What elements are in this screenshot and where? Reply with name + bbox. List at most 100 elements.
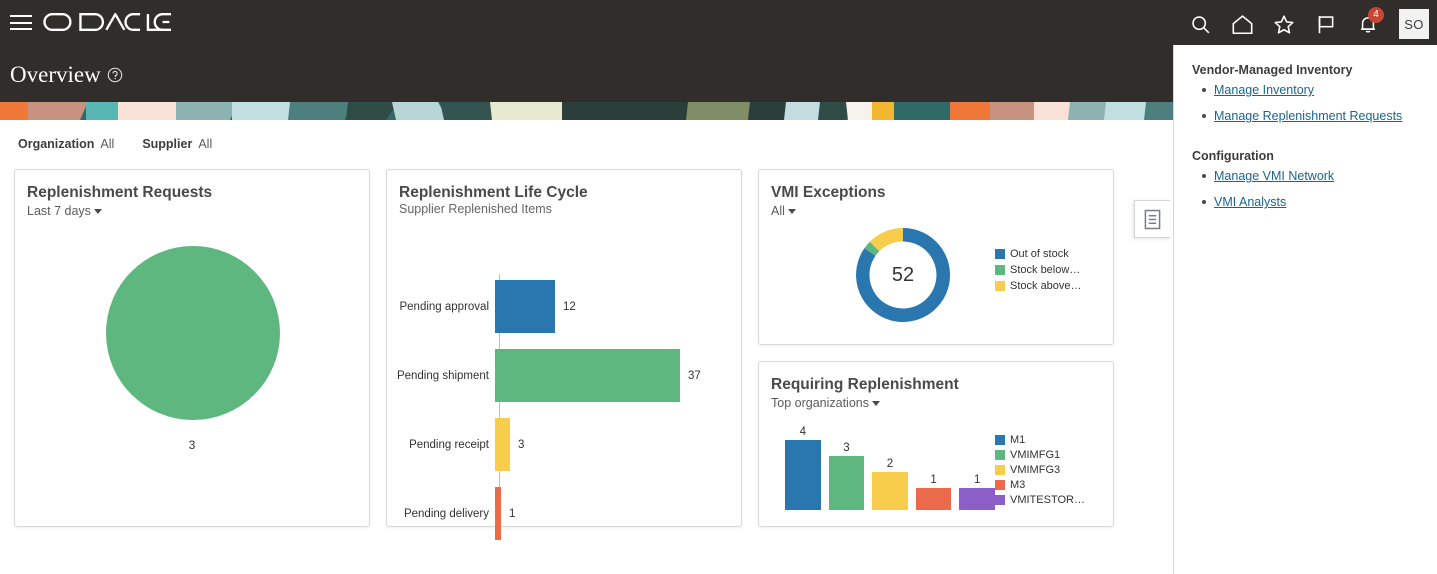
favorites-star-icon[interactable] — [1269, 9, 1299, 39]
list-item[interactable]: VMI Analysts — [1202, 193, 1425, 211]
page-title-row: Overview — [10, 62, 123, 88]
legend-label: VMIMFG3 — [1010, 464, 1061, 476]
bar-vmitestorg[interactable] — [959, 488, 995, 510]
legend-label: Stock above… — [1010, 280, 1082, 292]
panel-group-title-vmi: Vendor-Managed Inventory — [1192, 63, 1353, 77]
home-icon[interactable] — [1227, 9, 1257, 39]
bar-value-label: 1 — [973, 474, 981, 486]
bar-column[interactable]: 2 — [872, 430, 908, 510]
help-circle-icon[interactable] — [107, 67, 123, 83]
donut-legend: Out of stock Stock below… Stock above… — [995, 248, 1082, 296]
legend-label: Stock below… — [1010, 264, 1081, 276]
card-vmi-exceptions: VMI Exceptions All 52 Out of stock Stock… — [758, 169, 1114, 345]
card-title: VMI Exceptions — [771, 184, 886, 201]
bar-pending-shipment[interactable] — [495, 349, 680, 402]
supplier-filter-value[interactable]: All — [198, 137, 212, 151]
bar-value-label: 3 — [518, 438, 525, 451]
requiring-replenishment-bar-chart[interactable]: 4 3 2 1 1 — [785, 426, 995, 510]
panel-link-list-configuration: Manage VMI Network VMI Analysts — [1192, 167, 1425, 211]
bar-value-label: 1 — [509, 507, 516, 520]
bar-row[interactable]: Pending receipt 3 — [387, 418, 741, 471]
legend-item[interactable]: Stock below… — [995, 264, 1082, 276]
link-vmi-analysts[interactable]: VMI Analysts — [1214, 195, 1286, 209]
link-manage-vmi-network[interactable]: Manage VMI Network — [1214, 169, 1334, 183]
chevron-down-icon — [871, 400, 880, 406]
legend-swatch-vmitestorg — [995, 495, 1005, 505]
organization-filter-value[interactable]: All — [100, 137, 114, 151]
bar-pending-receipt[interactable] — [495, 418, 510, 471]
legend-item[interactable]: VMIMFG1 — [995, 449, 1085, 461]
application-root: 4 SO Overview Organization All Supplier … — [0, 0, 1437, 574]
replenishment-requests-pie-chart[interactable] — [15, 218, 369, 468]
notification-count-badge: 4 — [1368, 7, 1384, 23]
bar-column[interactable]: 1 — [959, 430, 995, 510]
card-header: VMI Exceptions All — [759, 170, 1113, 220]
vmi-exceptions-donut-chart[interactable]: 52 — [777, 220, 987, 330]
legend-item[interactable]: M1 — [995, 434, 1085, 446]
panel-group-title-configuration: Configuration — [1192, 149, 1274, 163]
bar-vmimfg3[interactable] — [872, 472, 908, 510]
legend-item[interactable]: Out of stock — [995, 248, 1082, 260]
page-title: Overview — [10, 62, 101, 87]
bar-m1[interactable] — [785, 440, 821, 510]
legend-item[interactable]: Stock above… — [995, 280, 1082, 292]
search-icon[interactable] — [1185, 9, 1215, 39]
legend-swatch-stock-above — [995, 281, 1005, 291]
exceptions-filter-label: All — [771, 204, 785, 218]
legend-item[interactable]: VMIMFG3 — [995, 464, 1085, 476]
bar-row[interactable]: Pending shipment 37 — [387, 349, 741, 402]
bar-row[interactable]: Pending approval 12 — [387, 280, 741, 333]
legend-label: VMITESTOR… — [1010, 494, 1085, 506]
legend-item[interactable]: M3 — [995, 479, 1085, 491]
side-panel-toggle-tab[interactable] — [1134, 200, 1170, 238]
right-side-panel: Vendor-Managed Inventory Manage Inventor… — [1173, 45, 1437, 574]
hamburger-bar — [10, 21, 32, 24]
panel-link-list-vmi: Manage Inventory Manage Replenishment Re… — [1192, 81, 1425, 125]
legend-swatch-m1 — [995, 435, 1005, 445]
bar-column[interactable]: 1 — [915, 430, 952, 510]
period-dropdown[interactable]: Last 7 days — [27, 204, 102, 218]
hamburger-bar — [10, 15, 32, 17]
user-avatar[interactable]: SO — [1399, 9, 1429, 39]
bar-vmimfg1[interactable] — [828, 456, 865, 510]
exceptions-filter-dropdown[interactable]: All — [771, 204, 796, 218]
pie-slice-requested — [106, 246, 280, 420]
link-manage-inventory[interactable]: Manage Inventory — [1214, 83, 1314, 97]
legend-swatch-vmimfg3 — [995, 465, 1005, 475]
link-manage-replenishment-requests[interactable]: Manage Replenishment Requests — [1214, 109, 1402, 123]
card-header: Replenishment Life Cycle Supplier Replen… — [387, 170, 741, 216]
bar-value-label: 37 — [688, 369, 701, 382]
bar-pending-approval[interactable] — [495, 280, 555, 333]
legend-label: M1 — [1010, 434, 1026, 446]
bar-column[interactable]: 4 — [785, 426, 821, 510]
bar-column[interactable]: 3 — [828, 430, 865, 510]
notifications-bell-icon[interactable]: 4 — [1353, 7, 1384, 39]
bar-row[interactable]: Pending delivery 1 — [387, 487, 741, 540]
card-header: Replenishment Requests Last 7 days — [15, 170, 369, 220]
organizations-filter-dropdown[interactable]: Top organizations — [771, 396, 880, 410]
bar-value-label: 1 — [930, 474, 937, 486]
bar-m3[interactable] — [915, 488, 952, 510]
bar-value-label: 4 — [799, 426, 806, 438]
chevron-down-icon — [93, 208, 102, 214]
period-dropdown-label: Last 7 days — [27, 204, 91, 218]
list-item[interactable]: Manage VMI Network — [1202, 167, 1425, 185]
card-replenishment-requests: Replenishment Requests Last 7 days 3 Sub… — [14, 169, 370, 527]
card-subtitle: Supplier Replenished Items — [399, 202, 552, 216]
requiring-replenishment-legend: M1 VMIMFG1 VMIMFG3 M3 VMITESTOR… — [995, 434, 1085, 509]
bar-value-label: 3 — [843, 442, 850, 454]
bar-pending-delivery[interactable] — [495, 487, 501, 540]
replenishment-life-cycle-bar-chart[interactable]: Pending approval 12 Pending shipment 37 … — [387, 222, 741, 540]
hamburger-menu-icon[interactable] — [10, 12, 32, 33]
pie-data-label: 3 — [188, 438, 196, 452]
supplier-filter-label: Supplier — [142, 137, 193, 151]
filter-bar: Organization All Supplier All — [0, 130, 1175, 158]
flag-icon[interactable] — [1311, 9, 1341, 39]
list-item[interactable]: Manage Replenishment Requests — [1202, 107, 1425, 125]
oracle-logo[interactable] — [43, 11, 173, 31]
legend-item[interactable]: VMITESTOR… — [995, 494, 1085, 506]
bar-category-label: Pending approval — [399, 300, 489, 313]
card-title: Replenishment Life Cycle — [399, 184, 588, 201]
bar-category-label: Pending shipment — [396, 369, 489, 382]
list-item[interactable]: Manage Inventory — [1202, 81, 1425, 99]
